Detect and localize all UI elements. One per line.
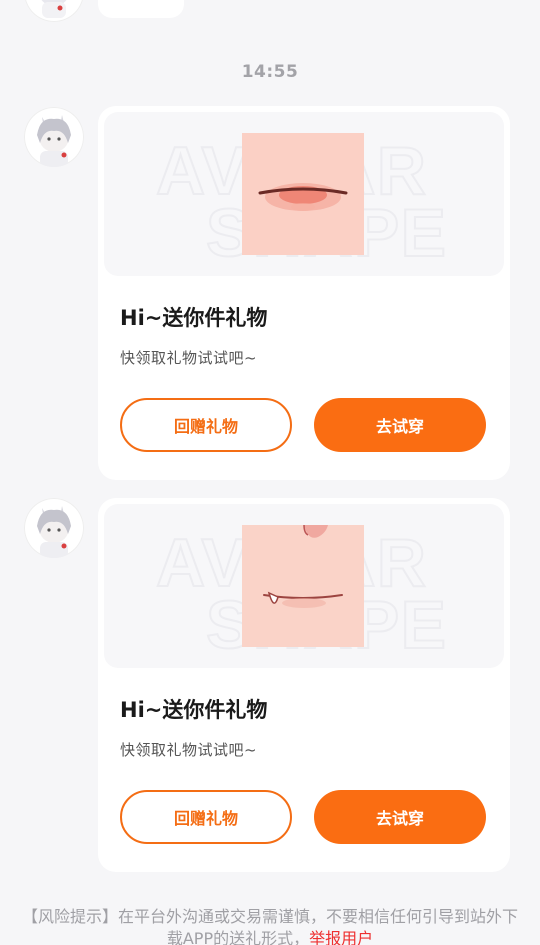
- gift-preview[interactable]: AVATAR SHAPE: [104, 504, 504, 668]
- sender-avatar[interactable]: [24, 0, 84, 22]
- sender-avatar[interactable]: [24, 498, 84, 558]
- report-user-link[interactable]: 举报用户: [309, 929, 373, 945]
- return-gift-button[interactable]: 回赠礼物: [120, 790, 292, 844]
- risk-notice: 【风险提示】在平台外沟通或交易需谨慎，不要相信任何引导到站外下载APP的送礼形式…: [20, 906, 520, 945]
- risk-notice-text: 【风险提示】在平台外沟通或交易需谨慎，不要相信任何引导到站外下载APP的送礼形式…: [21, 907, 518, 945]
- gift-title: Hi~送你件礼物: [120, 306, 268, 330]
- gift-card: AVATAR SHAPE Hi~送你件礼物 快领取礼物试试吧~ 回赠礼物 去试穿: [98, 106, 510, 480]
- gift-subtitle: 快领取礼物试试吧~: [120, 349, 258, 367]
- chat-screen: 14:55 AVATAR SHAPE: [0, 0, 540, 945]
- gift-title: Hi~送你件礼物: [120, 698, 268, 722]
- mouth-icon: [242, 525, 364, 647]
- try-on-button[interactable]: 去试穿: [314, 398, 486, 452]
- gift-subtitle: 快领取礼物试试吧~: [120, 741, 258, 759]
- gift-preview[interactable]: AVATAR SHAPE: [104, 112, 504, 276]
- sender-avatar[interactable]: [24, 107, 84, 167]
- previous-message-bubble[interactable]: [98, 0, 184, 18]
- gift-card: AVATAR SHAPE Hi~送你件礼物 快领取礼物试试吧~ 回赠礼物 去试穿: [98, 498, 510, 872]
- lips-icon: [242, 133, 364, 255]
- return-gift-button[interactable]: 回赠礼物: [120, 398, 292, 452]
- message-timestamp: 14:55: [241, 62, 299, 82]
- try-on-button[interactable]: 去试穿: [314, 790, 486, 844]
